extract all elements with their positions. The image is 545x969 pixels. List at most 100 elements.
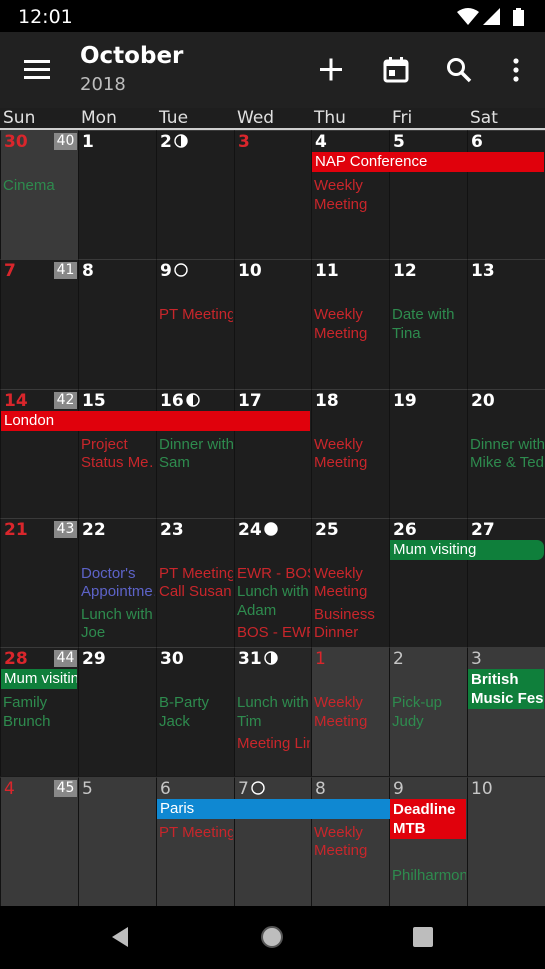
day-cell[interactable]: 8 — [78, 259, 156, 389]
spanning-event-bar[interactable]: NAP Conference — [312, 152, 544, 172]
event-text[interactable]: Doctor's — [81, 565, 155, 583]
day-cell[interactable]: 12 Date with Tina — [389, 259, 467, 389]
day-cell[interactable]: 10 — [234, 259, 311, 389]
day-cell[interactable]: 3 — [234, 130, 311, 260]
go-to-today-button[interactable] — [376, 50, 416, 90]
event-text[interactable]: Weekly — [314, 436, 388, 454]
search-button[interactable] — [439, 50, 479, 90]
spanning-event-bar[interactable]: BritishMusic Fes… — [468, 669, 544, 710]
event-text[interactable]: Dinner — [314, 624, 388, 642]
event-text[interactable]: EWR - BOS — [237, 565, 310, 583]
day-cell[interactable]: 19 — [389, 388, 467, 518]
day-cell[interactable]: 26 — [389, 517, 467, 648]
event-text[interactable]: PT Meeting — [159, 306, 233, 324]
day-cell[interactable]: 11 Weekly Meeting — [311, 259, 389, 389]
event-text[interactable]: Weekly — [314, 694, 388, 712]
day-cell[interactable]: 13 — [467, 259, 545, 389]
day-cell[interactable]: 5 — [389, 130, 467, 260]
event-text[interactable]: Status Me… — [81, 454, 155, 472]
event-text[interactable]: Dinner with — [159, 436, 233, 454]
event-text[interactable]: Meeting — [314, 325, 388, 343]
event-text[interactable]: Lunch with — [81, 606, 155, 624]
day-cell[interactable]: 10 — [467, 776, 545, 906]
event-text[interactable]: Lunch with — [237, 694, 310, 712]
day-cell[interactable]: 9 PT Meeting — [156, 259, 234, 389]
event-text[interactable]: Dinner with — [470, 436, 544, 454]
day-cell[interactable]: 9 Philharmonic — [389, 776, 467, 906]
event-text[interactable]: Meeting — [314, 842, 388, 860]
month-title[interactable]: October — [80, 43, 183, 69]
home-button[interactable] — [257, 922, 287, 952]
day-cell[interactable]: 29 — [78, 647, 156, 777]
day-cell[interactable]: 1 Weekly Meeting — [311, 647, 389, 777]
day-cell[interactable]: 15 ProjectStatus Me… — [78, 388, 156, 518]
day-cell[interactable]: 14 42 — [0, 388, 78, 518]
event-text[interactable]: Meeting — [314, 583, 388, 601]
menu-button[interactable] — [18, 50, 58, 90]
day-cell[interactable]: 6 — [467, 130, 545, 260]
event-text[interactable]: Appointme… — [81, 583, 155, 601]
event-text[interactable]: Tina — [392, 325, 466, 343]
event-text[interactable]: Project — [81, 436, 155, 454]
event-text[interactable]: Weekly — [314, 824, 388, 842]
event-text[interactable]: Date with — [392, 306, 466, 324]
day-cell[interactable]: 16 Dinner with Sam — [156, 388, 234, 518]
event-text[interactable]: Adam — [237, 602, 310, 620]
day-cell[interactable]: 31 Lunch with Tim Meeting Lin — [234, 647, 311, 777]
day-cell[interactable]: 28 44 Family Brunch — [0, 647, 78, 777]
spanning-event-bar[interactable]: London — [1, 410, 310, 431]
event-text[interactable]: Weekly — [314, 306, 388, 324]
day-cell[interactable]: 7 — [234, 776, 311, 906]
day-cell[interactable]: 5 — [78, 776, 156, 906]
day-cell[interactable]: 2 — [156, 130, 234, 260]
event-text[interactable]: PT Meeting — [159, 565, 233, 583]
spanning-event-bar[interactable]: Deadline MTB — [390, 798, 466, 839]
day-cell[interactable]: 30 40 Cinema — [0, 130, 78, 260]
event-text[interactable]: Call Susan — [159, 583, 233, 601]
event-text[interactable]: PT Meeting — [159, 824, 233, 842]
day-cell[interactable]: 4 Weekly Meeting — [311, 130, 389, 260]
day-cell[interactable]: 8 Weekly Meeting — [311, 776, 389, 906]
day-cell[interactable]: 30 B-Party Jack — [156, 647, 234, 777]
event-text[interactable]: Family — [3, 694, 77, 712]
day-cell[interactable]: 7 41 — [0, 259, 78, 389]
spanning-event-bar[interactable]: Mum visitin — [1, 669, 77, 690]
event-text[interactable]: Joe — [81, 624, 155, 642]
day-cell[interactable]: 18 Weekly Meeting — [311, 388, 389, 518]
day-cell[interactable]: 2 Pick-up Judy — [389, 647, 467, 777]
event-text[interactable]: Meeting Lin — [237, 735, 310, 753]
event-text[interactable]: Meeting — [314, 454, 388, 472]
day-cell[interactable]: 21 43 — [0, 517, 78, 648]
day-cell[interactable]: 20 Dinner with Mike & Ted — [467, 388, 545, 518]
event-text[interactable]: Meeting — [314, 713, 388, 731]
day-cell[interactable]: 3 — [467, 647, 545, 777]
event-text[interactable]: BOS - EWR — [237, 624, 310, 642]
event-text[interactable]: Meeting — [314, 196, 388, 214]
event-text[interactable]: Tim — [237, 713, 310, 731]
back-button[interactable] — [106, 922, 136, 952]
event-text[interactable]: Pick-up — [392, 694, 466, 712]
event-text[interactable]: Weekly — [314, 177, 388, 195]
event-text[interactable]: Jack — [159, 713, 233, 731]
event-text[interactable]: Lunch with — [237, 583, 310, 601]
spanning-event-bar[interactable]: Mum visiting — [390, 539, 544, 560]
day-cell[interactable]: 27 — [467, 517, 545, 648]
event-text[interactable]: Sam — [159, 454, 233, 472]
overflow-menu-button[interactable] — [496, 50, 536, 90]
day-cell[interactable]: 23 PT Meeting Call Susan — [156, 517, 234, 648]
day-cell[interactable]: 4 45 — [0, 776, 78, 906]
day-cell[interactable]: 25 Weekly Meeting Business Dinner — [311, 517, 389, 648]
event-text[interactable]: B-Party — [159, 694, 233, 712]
event-text[interactable]: Cinema — [3, 177, 77, 195]
event-text[interactable]: Weekly — [314, 565, 388, 583]
day-cell[interactable]: 6 PT Meeting — [156, 776, 234, 906]
day-cell[interactable]: 24 EWR - BOS Lunch with Adam BOS - EWR — [234, 517, 311, 648]
event-text[interactable]: Philharmonic — [392, 867, 466, 885]
day-cell[interactable]: 17 — [234, 388, 311, 518]
day-cell[interactable]: 1 — [78, 130, 156, 260]
day-cell[interactable]: 22 Doctor'sAppointme… Lunch withJoe — [78, 517, 156, 648]
recents-button[interactable] — [408, 922, 438, 952]
event-text[interactable]: Mike & Ted — [470, 454, 544, 472]
event-text[interactable]: Business — [314, 606, 388, 624]
event-text[interactable]: Judy — [392, 713, 466, 731]
